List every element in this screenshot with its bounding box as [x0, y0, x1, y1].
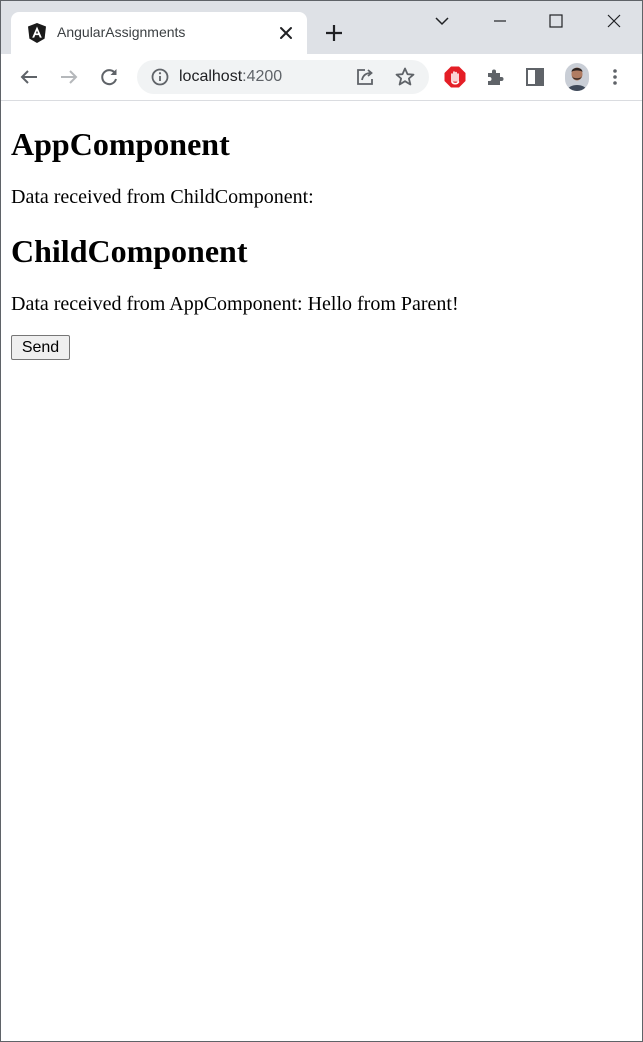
app-received-text: Data received from ChildComponent: — [11, 186, 314, 208]
kebab-menu-icon[interactable] — [603, 65, 627, 89]
close-window-icon[interactable] — [603, 10, 625, 32]
child-received-text: Data received from AppComponent: Hello f… — [11, 293, 459, 315]
browser-window: AngularAssignments localhost:4200 AppCom… — [0, 0, 643, 1042]
avatar-image — [565, 63, 589, 91]
info-icon[interactable] — [148, 65, 172, 89]
title-bar: AngularAssignments — [1, 1, 642, 54]
stop-hand-icon[interactable] — [443, 65, 467, 89]
minimize-icon[interactable] — [489, 10, 511, 32]
share-icon[interactable] — [353, 65, 377, 89]
angular-logo-icon — [28, 23, 46, 43]
arrow-right-icon[interactable] — [57, 65, 81, 89]
url-port: :4200 — [242, 68, 283, 85]
tab-search-chevron-icon[interactable] — [431, 10, 453, 32]
reload-icon[interactable] — [97, 65, 121, 89]
page-content: AppComponent Data received from ChildCom… — [1, 101, 642, 1041]
side-panel-icon[interactable] — [523, 65, 547, 89]
url-text[interactable]: localhost:4200 — [179, 68, 282, 86]
tab-title: AngularAssignments — [57, 24, 186, 40]
url-host: localhost — [179, 68, 243, 85]
arrow-left-icon[interactable] — [17, 65, 41, 89]
browser-toolbar: localhost:4200 — [1, 54, 642, 101]
profile-avatar[interactable] — [565, 63, 589, 91]
child-component-heading: ChildComponent — [11, 233, 248, 269]
puzzle-icon[interactable] — [483, 65, 507, 89]
close-tab-icon[interactable] — [277, 24, 295, 42]
send-button[interactable]: Send — [11, 335, 70, 360]
address-bar[interactable]: localhost:4200 — [137, 60, 429, 94]
new-tab-icon[interactable] — [323, 22, 345, 44]
browser-tab[interactable]: AngularAssignments — [11, 12, 307, 54]
star-icon[interactable] — [393, 65, 417, 89]
app-component-heading: AppComponent — [11, 126, 230, 162]
maximize-icon[interactable] — [545, 10, 567, 32]
